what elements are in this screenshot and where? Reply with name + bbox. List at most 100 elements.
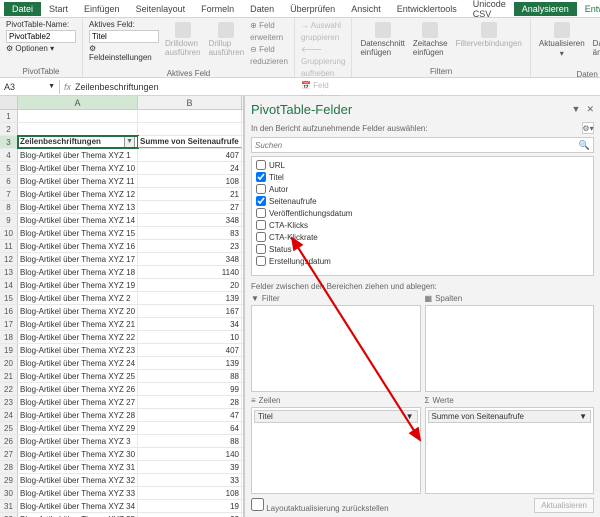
cell[interactable]: Blog-Artikel über Thema XYZ 31 (18, 461, 138, 473)
cell[interactable]: Blog-Artikel über Thema XYZ 21 (18, 318, 138, 330)
row-header[interactable]: 28 (0, 461, 18, 473)
row-header[interactable]: 16 (0, 305, 18, 317)
row-header[interactable]: 22 (0, 383, 18, 395)
row-header[interactable]: 10 (0, 227, 18, 239)
cell[interactable]: 1140 (138, 266, 242, 278)
cell[interactable]: 19 (138, 500, 242, 512)
cell[interactable]: Blog-Artikel über Thema XYZ 1 (18, 149, 138, 161)
search-input[interactable] (255, 141, 579, 150)
cell[interactable]: 108 (138, 487, 242, 499)
cell[interactable]: 28 (138, 396, 242, 408)
field-item[interactable]: Seitenaufrufe (254, 195, 591, 207)
row-header[interactable]: 32 (0, 513, 18, 517)
refresh-button[interactable]: Aktualisieren ▾ (537, 20, 587, 60)
tab-start[interactable]: Start (41, 2, 76, 16)
pivot-col-header[interactable]: Summe von Seitenaufrufe (138, 136, 242, 148)
cell[interactable]: Blog-Artikel über Thema XYZ 34 (18, 500, 138, 512)
row-header[interactable]: 11 (0, 240, 18, 252)
cell[interactable]: Blog-Artikel über Thema XYZ 14 (18, 214, 138, 226)
fieldsettings-button[interactable]: ⚙ Feldeinstellungen (89, 44, 159, 62)
panel-dropdown-icon[interactable]: ▼ (572, 104, 581, 115)
field-item[interactable]: CTA-Klickrate (254, 231, 591, 243)
row-header[interactable]: 20 (0, 357, 18, 369)
values-item[interactable]: Summe von Seitenaufrufe▼ (428, 410, 592, 423)
cell[interactable]: Blog-Artikel über Thema XYZ 29 (18, 422, 138, 434)
field-item[interactable]: Veröffentlichungsdatum (254, 207, 591, 219)
cell[interactable]: 21 (138, 188, 242, 200)
cell[interactable]: 108 (138, 175, 242, 187)
filter-dropdown-icon[interactable]: ▼ (124, 136, 135, 148)
timeline-button[interactable]: Zeitachse einfügen (411, 20, 450, 59)
tab-ansicht[interactable]: Ansicht (343, 2, 389, 16)
cell[interactable]: 39 (138, 461, 242, 473)
cell[interactable]: Blog-Artikel über Thema XYZ 15 (18, 227, 138, 239)
cell[interactable]: Blog-Artikel über Thema XYZ 18 (18, 266, 138, 278)
pivot-row-header[interactable]: Zeilenbeschriftungen▼ (18, 136, 138, 148)
defer-layout-checkbox[interactable]: Layoutaktualisierung zurückstellen (251, 498, 389, 513)
row-header[interactable]: 24 (0, 409, 18, 421)
rows-area[interactable]: Titel▼ (251, 407, 421, 494)
cell[interactable]: Blog-Artikel über Thema XYZ 27 (18, 396, 138, 408)
row-header[interactable]: 27 (0, 448, 18, 460)
pivotname-input[interactable] (6, 30, 76, 43)
tab-einfuegen[interactable]: Einfügen (76, 2, 128, 16)
row-header[interactable]: 12 (0, 253, 18, 265)
cell[interactable]: Blog-Artikel über Thema XYZ 33 (18, 487, 138, 499)
tab-datei[interactable]: Datei (4, 2, 41, 16)
cell[interactable]: 27 (138, 201, 242, 213)
cell[interactable]: 348 (138, 253, 242, 265)
filter-area[interactable] (251, 305, 421, 392)
cell[interactable]: 20 (138, 279, 242, 291)
cell[interactable]: Blog-Artikel über Thema XYZ 2 (18, 292, 138, 304)
cell[interactable]: Blog-Artikel über Thema XYZ 20 (18, 305, 138, 317)
row-header[interactable]: 13 (0, 266, 18, 278)
row-header[interactable]: 8 (0, 201, 18, 213)
formula-input[interactable]: Zeilenbeschriftungen (75, 82, 159, 92)
activefield-input[interactable] (89, 30, 159, 43)
cell[interactable]: Blog-Artikel über Thema XYZ 26 (18, 383, 138, 395)
row-header[interactable]: 18 (0, 331, 18, 343)
tab-seitenlayout[interactable]: Seitenlayout (128, 2, 194, 16)
options-button[interactable]: ⚙ Optionen ▾ (6, 44, 54, 53)
name-box[interactable]: A3▼ (0, 80, 60, 94)
row-header[interactable]: 31 (0, 500, 18, 512)
field-checkbox[interactable] (256, 196, 266, 206)
cell[interactable]: 64 (138, 422, 242, 434)
panel-close-icon[interactable]: ✕ (586, 104, 594, 115)
row-header[interactable]: 6 (0, 175, 18, 187)
field-checkbox[interactable] (256, 172, 266, 182)
cell[interactable]: 10 (138, 331, 242, 343)
field-item[interactable]: Autor (254, 183, 591, 195)
tab-ueberpruefen[interactable]: Überprüfen (282, 2, 343, 16)
cell[interactable]: Blog-Artikel über Thema XYZ 35 (18, 513, 138, 517)
tab-entwicklertools[interactable]: Entwicklertools (389, 2, 465, 16)
cell[interactable]: 140 (138, 448, 242, 460)
field-list[interactable]: URLTitelAutorSeitenaufrufeVeröffentlichu… (251, 156, 594, 276)
row-header[interactable]: 17 (0, 318, 18, 330)
row-header[interactable]: 3 (0, 136, 18, 148)
field-checkbox[interactable] (256, 256, 266, 266)
row-header[interactable]: 7 (0, 188, 18, 200)
cell[interactable]: 348 (138, 214, 242, 226)
cell[interactable]: Blog-Artikel über Thema XYZ 12 (18, 188, 138, 200)
cell[interactable]: 99 (138, 383, 242, 395)
field-checkbox[interactable] (256, 160, 266, 170)
cell[interactable]: Blog-Artikel über Thema XYZ 22 (18, 331, 138, 343)
field-item[interactable]: Titel (254, 171, 591, 183)
field-item[interactable]: Status (254, 243, 591, 255)
row-header[interactable]: 19 (0, 344, 18, 356)
cell[interactable]: 407 (138, 344, 242, 356)
col-header-b[interactable]: B (138, 96, 242, 109)
cell[interactable]: Blog-Artikel über Thema XYZ 32 (18, 474, 138, 486)
cell[interactable]: 167 (138, 305, 242, 317)
cell[interactable]: 23 (138, 240, 242, 252)
cell[interactable]: Blog-Artikel über Thema XYZ 3 (18, 435, 138, 447)
select-all-corner[interactable] (0, 96, 18, 109)
field-checkbox[interactable] (256, 244, 266, 254)
row-header[interactable]: 29 (0, 474, 18, 486)
row-header[interactable]: 14 (0, 279, 18, 291)
cell[interactable]: Blog-Artikel über Thema XYZ 23 (18, 344, 138, 356)
cell[interactable]: 33 (138, 474, 242, 486)
row-header[interactable]: 9 (0, 214, 18, 226)
cell[interactable]: Blog-Artikel über Thema XYZ 28 (18, 409, 138, 421)
